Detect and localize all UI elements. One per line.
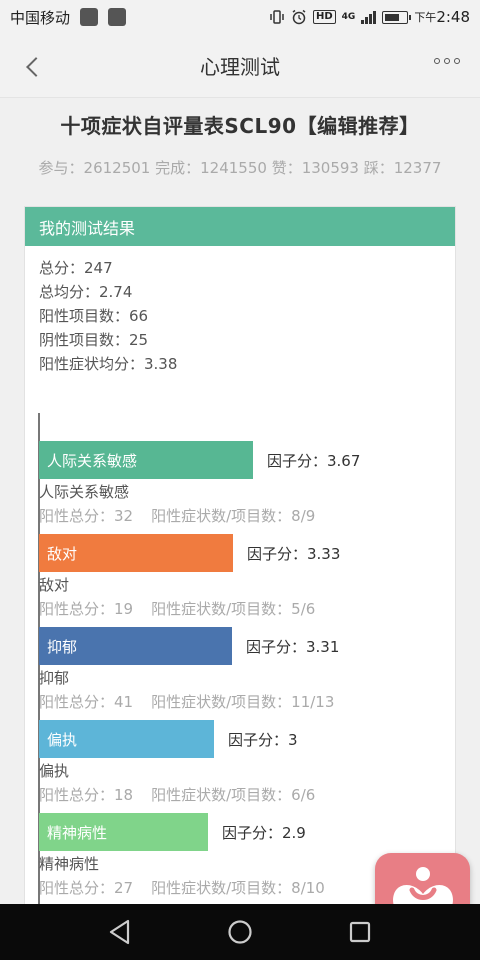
dot-icon — [434, 58, 440, 64]
status-time: 2:48 — [436, 8, 470, 26]
result-card: 我的测试结果 总分：247 总均分：2.74 阳性项目数：66 阴性项目数：25… — [24, 206, 456, 960]
factor-detail: 阳性总分：18 阳性症状数/项目数：6/6 — [39, 784, 315, 805]
battery-icon — [382, 10, 412, 24]
factor-detail: 阳性总分：32 阳性症状数/项目数：8/9 — [39, 505, 315, 526]
result-card-heading: 我的测试结果 — [25, 207, 455, 246]
factor-symptom-ratio: 阳性症状数/项目数：5/6 — [151, 600, 316, 618]
factor-symptom-ratio: 阳性症状数/项目数：11/13 — [151, 693, 335, 711]
back-triangle-icon — [109, 919, 130, 945]
nav-recents-button[interactable] — [346, 918, 374, 946]
more-options-button[interactable] — [434, 58, 460, 64]
carrier-name: 中国移动 — [10, 8, 71, 27]
notification-icon — [80, 8, 99, 26]
factor-score-label: 因子分：3.67 — [267, 451, 361, 470]
nav-home-button[interactable] — [226, 918, 254, 946]
factor-name: 抑郁 — [39, 669, 70, 687]
chevron-left-icon — [26, 57, 46, 77]
test-stats: 参与：2612501 完成：1241550 赞：130593 踩：12377 — [38, 159, 442, 177]
dot-icon — [454, 58, 460, 64]
factor-positive-total: 阳性总分：27 — [39, 879, 134, 897]
factor-row: 抑郁 因子分：3.31 抑郁 阳性总分：41 阳性症状数/项目数：11/13 — [39, 627, 457, 720]
factor-positive-total: 阳性总分：19 — [39, 600, 134, 618]
alarm-icon — [292, 9, 306, 25]
home-circle-icon — [228, 920, 252, 944]
signal-icon — [361, 10, 377, 24]
factor-name: 偏执 — [39, 762, 70, 780]
factor-detail: 阳性总分：41 阳性症状数/项目数：11/13 — [39, 691, 334, 712]
summary-positive-average: 阳性症状均分：3.38 — [39, 355, 178, 373]
factor-row: 偏执 因子分：3 偏执 阳性总分：18 阳性症状数/项目数：6/6 — [39, 720, 457, 813]
factor-bar: 偏执 — [39, 720, 214, 758]
signal-type: 4G — [341, 12, 356, 22]
summary-average-score: 总均分：2.74 — [39, 283, 133, 301]
factor-bar: 人际关系敏感 — [39, 441, 253, 479]
factor-name: 人际关系敏感 — [39, 483, 130, 501]
vibrate-icon — [270, 10, 284, 24]
factor-score-label: 因子分：2.9 — [222, 823, 306, 842]
factor-positive-total: 阳性总分：32 — [39, 507, 134, 525]
factor-score-label: 因子分：3.33 — [247, 544, 341, 563]
factor-detail: 阳性总分：19 阳性症状数/项目数：5/6 — [39, 598, 315, 619]
factor-bar: 精神病性 — [39, 813, 208, 851]
system-nav-bar — [0, 904, 480, 960]
notification-icon — [108, 8, 127, 26]
factor-score-label: 因子分：3.31 — [246, 637, 340, 656]
status-bar: 中国移动 HD 4G 下午 2:48 — [0, 0, 480, 34]
hd-badge: HD — [312, 10, 336, 24]
factor-bar: 敌对 — [39, 534, 233, 572]
factor-bar: 抑郁 — [39, 627, 232, 665]
summary-total-score: 总分：247 — [39, 259, 113, 277]
summary-positive-count: 阳性项目数：66 — [39, 307, 149, 325]
recents-square-icon — [349, 921, 371, 943]
summary-negative-count: 阴性项目数：25 — [39, 331, 149, 349]
app-header: 心理测试 — [0, 34, 480, 98]
test-intro: 十项症状自评量表SCL90【编辑推荐】 参与：2612501 完成：124155… — [0, 98, 480, 194]
factor-symptom-ratio: 阳性症状数/项目数：8/10 — [151, 879, 325, 897]
factor-row: 敌对 因子分：3.33 敌对 阳性总分：19 阳性症状数/项目数：5/6 — [39, 534, 457, 627]
dot-icon — [444, 58, 450, 64]
factor-symptom-ratio: 阳性症状数/项目数：6/6 — [151, 786, 316, 804]
page-title: 心理测试 — [200, 55, 280, 79]
factor-detail: 阳性总分：27 阳性症状数/项目数：8/10 — [39, 877, 325, 898]
result-summary: 总分：247 总均分：2.74 阳性项目数：66 阴性项目数：25 阳性症状均分… — [25, 246, 455, 376]
factor-name: 精神病性 — [39, 855, 100, 873]
back-button[interactable] — [18, 52, 48, 82]
nav-back-button[interactable] — [106, 918, 134, 946]
factor-positive-total: 阳性总分：41 — [39, 693, 134, 711]
factor-symptom-ratio: 阳性症状数/项目数：8/9 — [151, 507, 316, 525]
factor-name: 敌对 — [39, 576, 70, 594]
factor-score-label: 因子分：3 — [228, 730, 298, 749]
status-ampm: 下午 — [414, 11, 437, 24]
factor-row: 人际关系敏感 因子分：3.67 人际关系敏感 阳性总分：32 阳性症状数/项目数：8/9 — [39, 441, 457, 534]
test-title: 十项症状自评量表SCL90【编辑推荐】 — [60, 114, 420, 138]
factor-positive-total: 阳性总分：18 — [39, 786, 134, 804]
